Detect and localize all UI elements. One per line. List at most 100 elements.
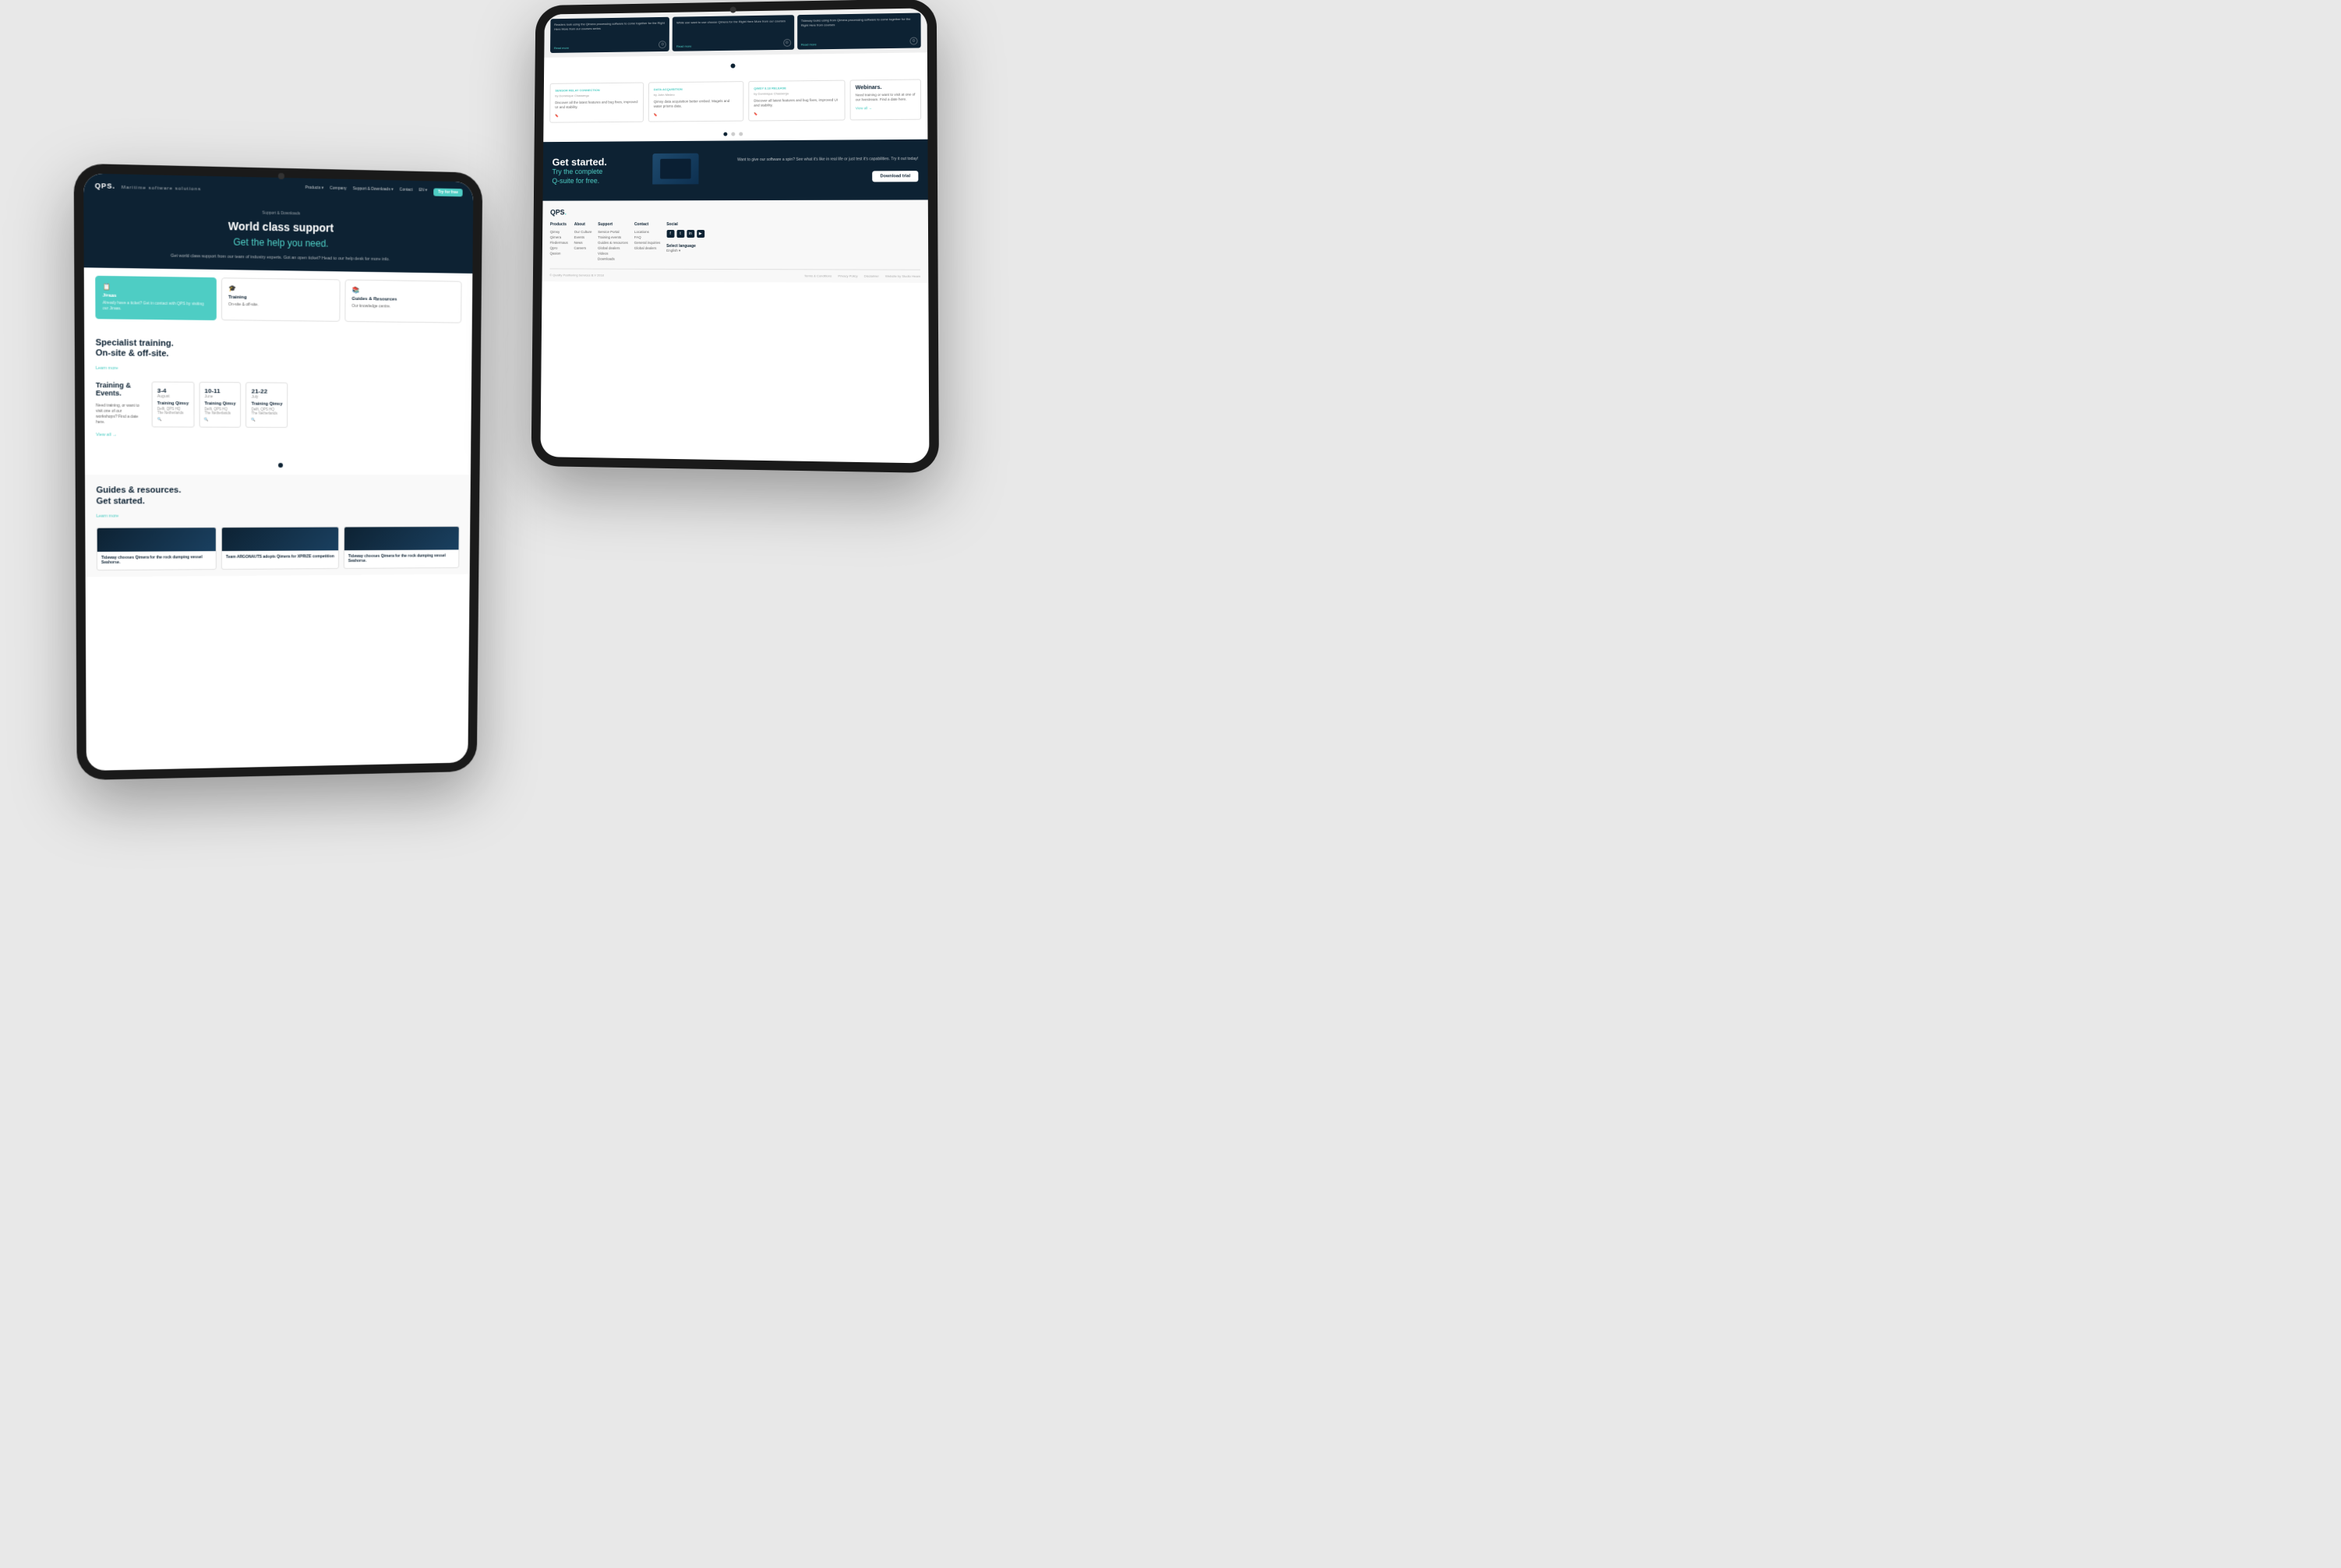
dot-nav-1[interactable] bbox=[723, 132, 727, 136]
blog-card-sensor: Sensor relay connection by Dominique Cha… bbox=[549, 83, 644, 123]
blog-card-sensor-category: Sensor relay connection bbox=[555, 87, 638, 92]
article-card-2-readmore[interactable]: Read more bbox=[676, 44, 691, 48]
select-language-value[interactable]: English ▾ bbox=[666, 249, 704, 253]
blog-card-data: Data Acquisition by John Medeo Qimsy dat… bbox=[648, 81, 744, 122]
support-card-jiraas[interactable]: 📋 Jiraas Already have a ticket? Get in c… bbox=[95, 276, 217, 320]
training-events-section: Training &Events. Need training, or want… bbox=[84, 381, 471, 454]
footer-col-about: About Our Culture Events News Careers bbox=[574, 222, 591, 262]
footer-section: QPS. Products Qimsy Qimera Fledermaus Qp… bbox=[542, 200, 929, 283]
blog-card-release-tag: 🔖 bbox=[754, 111, 839, 115]
try-free-button[interactable]: Try for free bbox=[433, 188, 463, 196]
article-cards-top: Readers look using the Qimera processing… bbox=[544, 8, 927, 57]
guide-card-2-image bbox=[222, 527, 338, 551]
social-icons: f t in ▶ bbox=[666, 230, 704, 238]
support-card-jiraas-desc: Already have a ticket? Get in contact wi… bbox=[103, 301, 210, 313]
webinars-desc: Need training or want to visit at one of… bbox=[856, 93, 916, 103]
blog-card-sensor-desc: Discover all the latest features and bug… bbox=[555, 100, 638, 110]
article-card-1-text: Readers look using the Qimera processing… bbox=[554, 21, 666, 31]
article-card-3: Tideway looks using from Qimera processi… bbox=[797, 13, 921, 50]
youtube-icon[interactable]: ▶ bbox=[697, 230, 704, 238]
get-started-cta-text: Want to give our software a spin? See wh… bbox=[737, 157, 918, 164]
dot-nav-3[interactable] bbox=[739, 132, 743, 136]
footer-col-products: Products Qimsy Qimera Fledermaus Qpro Qa… bbox=[549, 222, 568, 262]
training-section: Specialist training.On-site & off-site. … bbox=[84, 327, 472, 383]
footer-col-support: Support Service Portal Training events G… bbox=[598, 222, 628, 263]
support-card-training[interactable]: 🎓 Training On-site & off-site. bbox=[221, 277, 341, 322]
footer-bottom: © Quality Positioning Services B.V 2018 … bbox=[549, 268, 920, 277]
blog-section: Sensor relay connection by Dominique Cha… bbox=[543, 72, 927, 129]
training-learn-more-link[interactable]: Learn more bbox=[96, 366, 118, 371]
guide-card-1-title: Tideway chooses Qimera for the rock dump… bbox=[101, 555, 212, 566]
left-nav-logo: QPS. Maritime software solutions bbox=[95, 178, 201, 194]
support-card-guides-desc: Our knowledge centre. bbox=[351, 304, 454, 311]
events-description: Need training, or want to visit one of o… bbox=[96, 404, 144, 426]
blog-card-release-desc: Discover all latest features and bug fix… bbox=[754, 98, 839, 109]
events-header: Training &Events. bbox=[96, 381, 144, 397]
article-card-3-icon: ⊙ bbox=[909, 37, 917, 45]
get-started-title: Get started. bbox=[553, 156, 645, 168]
footer-copyright: © Quality Positioning Services B.V 2018 bbox=[549, 273, 604, 277]
article-card-1-readmore[interactable]: Read more bbox=[554, 46, 569, 50]
get-started-text: Get started. Try the completeQ-suite for… bbox=[552, 156, 644, 186]
dot-nav-2[interactable] bbox=[731, 132, 735, 136]
pagination-dot bbox=[278, 463, 283, 468]
article-card-2: While use want to use choose Qimera for … bbox=[673, 15, 794, 51]
guide-card-3-image bbox=[344, 527, 459, 550]
blog-card-data-author: by John Medeo bbox=[654, 92, 739, 97]
support-card-training-desc: On-site & off-site. bbox=[228, 302, 334, 309]
event-card-3: 21-22 July Training Qimsy Delft, QPS HQ … bbox=[246, 383, 288, 429]
article-card-3-readmore[interactable]: Read more bbox=[801, 42, 817, 46]
linkedin-icon[interactable]: in bbox=[687, 230, 694, 238]
footer-col-social: Social f t in ▶ Select language English … bbox=[666, 222, 704, 263]
footer-privacy-link[interactable]: Privacy Policy bbox=[838, 274, 857, 277]
support-card-guides-title: Guides & Resources bbox=[351, 297, 454, 303]
footer-terms-link[interactable]: Terms & Conditions bbox=[804, 274, 832, 277]
guide-card-3-title: Tideway chooses Qimera for the rock dump… bbox=[348, 553, 455, 564]
left-tablet-screen: QPS. Maritime software solutions Product… bbox=[83, 173, 473, 771]
webinars-title: Webinars. bbox=[856, 85, 916, 91]
laptop-visual bbox=[652, 153, 729, 188]
footer-disclaimer-link[interactable]: Disclaimer bbox=[864, 274, 879, 277]
article-card-1-icon: ⊙ bbox=[659, 41, 666, 48]
laptop-base bbox=[652, 184, 706, 188]
support-card-guides[interactable]: 📚 Guides & Resources Our knowledge centr… bbox=[344, 280, 461, 323]
guide-card-1: Tideway chooses Qimera for the rock dump… bbox=[97, 527, 217, 570]
guide-card-2-title: Team ARGONAUTS adopts Qimera for XPRIZE … bbox=[226, 554, 334, 560]
get-started-cta: Want to give our software a spin? See wh… bbox=[737, 157, 918, 183]
hero-subtitle: Get the help you need. bbox=[95, 234, 462, 251]
blog-card-release-category: Qimsy 8.18 Release bbox=[754, 86, 839, 90]
facebook-icon[interactable]: f bbox=[666, 230, 674, 238]
guide-card-1-image bbox=[97, 528, 216, 552]
pagination-row bbox=[85, 454, 471, 475]
blog-card-release: Qimsy 8.18 Release by Dominique Chasserg… bbox=[748, 80, 845, 122]
hero-section: Support & Downloads World class support … bbox=[83, 196, 473, 274]
footer-logo: QPS. bbox=[550, 207, 920, 216]
blog-card-data-category: Data Acquisition bbox=[654, 87, 739, 91]
download-trial-button[interactable]: Download trial bbox=[872, 171, 918, 182]
event-card-2: 10-11 June Training Qimsy Delft, QPS HQ … bbox=[199, 382, 241, 428]
article-card-1: Readers look using the Qimera processing… bbox=[550, 17, 669, 53]
blog-card-sensor-tag: 🔖 bbox=[555, 113, 638, 118]
left-tablet-camera bbox=[278, 173, 284, 179]
hero-description: Get world class support from our team of… bbox=[171, 253, 390, 263]
event-card-1: 3-4 August Training Qimsy Delft, QPS HQ … bbox=[152, 382, 195, 428]
left-nav-links: Products ▾ Company Support & Downloads ▾… bbox=[305, 185, 463, 196]
guides-learn-more-link[interactable]: Learn more bbox=[97, 514, 119, 518]
blog-grid: Sensor relay connection by Dominique Cha… bbox=[549, 80, 845, 123]
twitter-icon[interactable]: t bbox=[676, 230, 684, 238]
jiraas-icon: 📋 bbox=[103, 283, 210, 291]
article-card-2-icon: ⊙ bbox=[783, 39, 791, 47]
events-view-all-link[interactable]: View all → bbox=[96, 433, 117, 438]
blog-card-data-tag: 🔖 bbox=[654, 111, 739, 116]
footer-col-contact: Contact Locations FAQ General inquiries … bbox=[634, 222, 661, 263]
webinars-view-all-link[interactable]: View all → bbox=[856, 105, 916, 110]
guides-section: Guides & resources.Get started. Learn mo… bbox=[85, 475, 471, 577]
guide-card-2: Team ARGONAUTS adopts Qimera for XPRIZE … bbox=[221, 526, 339, 569]
footer-website-credit: Website by Studio Heam bbox=[885, 274, 920, 277]
right-tablet: Readers look using the Qimera processing… bbox=[531, 0, 939, 473]
webinars-aside: Webinars. Need training or want to visit… bbox=[850, 79, 922, 120]
events-grid: 3-4 August Training Qimsy Delft, QPS HQ … bbox=[152, 382, 288, 428]
support-cards: 📋 Jiraas Already have a ticket? Get in c… bbox=[84, 267, 473, 330]
blog-card-sensor-author: by Dominique Chassergu bbox=[555, 93, 638, 97]
guides-icon: 📚 bbox=[351, 287, 454, 295]
